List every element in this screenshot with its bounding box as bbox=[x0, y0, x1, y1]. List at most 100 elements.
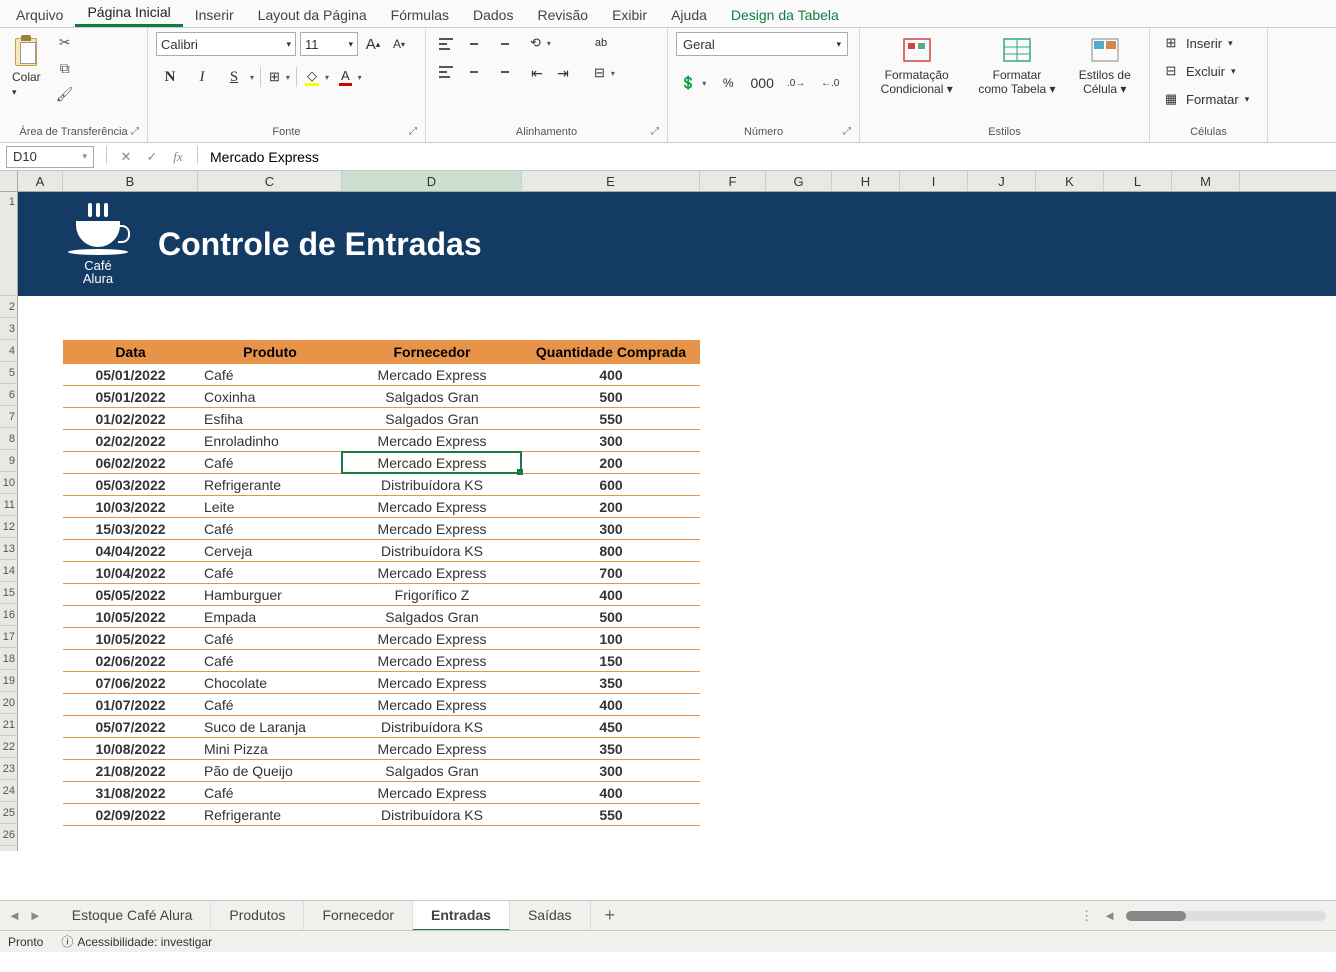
table-row[interactable]: 06/02/2022CaféMercado Express200 bbox=[63, 452, 700, 474]
merge-button[interactable]: ⊟▾ bbox=[590, 62, 617, 84]
row-headers[interactable]: 1234567891011121314151617181920212223242… bbox=[0, 192, 18, 851]
column-header-F[interactable]: F bbox=[700, 171, 766, 191]
table-cell[interactable]: 02/02/2022 bbox=[63, 430, 198, 451]
table-cell[interactable]: 10/05/2022 bbox=[63, 628, 198, 649]
table-cell[interactable]: 400 bbox=[522, 584, 700, 605]
percent-button[interactable]: % bbox=[714, 72, 742, 94]
row-header[interactable]: 1 bbox=[0, 192, 18, 296]
table-cell[interactable]: 500 bbox=[522, 386, 700, 407]
row-header[interactable]: 25 bbox=[0, 802, 18, 824]
table-cell[interactable]: 300 bbox=[522, 430, 700, 451]
copy-icon[interactable]: ⧉ bbox=[55, 58, 75, 78]
menu-tab-fórmulas[interactable]: Fórmulas bbox=[379, 3, 461, 27]
table-cell[interactable]: 200 bbox=[522, 496, 700, 517]
orientation-button[interactable]: ⟲▾ bbox=[526, 32, 574, 54]
table-cell[interactable]: Coxinha bbox=[198, 386, 342, 407]
table-cell[interactable]: Empada bbox=[198, 606, 342, 627]
table-row[interactable]: 31/08/2022CaféMercado Express400 bbox=[63, 782, 700, 804]
table-row[interactable]: 04/04/2022CervejaDistribuídora KS800 bbox=[63, 540, 700, 562]
clipboard-launcher-icon[interactable]: ⤢ bbox=[131, 126, 139, 137]
row-header[interactable]: 4 bbox=[0, 340, 18, 362]
table-cell[interactable]: Distribuídora KS bbox=[342, 474, 522, 495]
column-header-J[interactable]: J bbox=[968, 171, 1036, 191]
table-cell[interactable]: Salgados Gran bbox=[342, 760, 522, 781]
table-cell[interactable]: 01/02/2022 bbox=[63, 408, 198, 429]
table-cell[interactable]: Mercado Express bbox=[342, 430, 522, 451]
table-cell[interactable]: Refrigerante bbox=[198, 804, 342, 825]
row-header[interactable]: 2 bbox=[0, 296, 18, 318]
table-cell[interactable]: Salgados Gran bbox=[342, 606, 522, 627]
enter-formula-icon[interactable]: ✓ bbox=[141, 146, 163, 168]
table-row[interactable]: 05/05/2022HamburguerFrigorífico Z400 bbox=[63, 584, 700, 606]
row-header[interactable]: 6 bbox=[0, 384, 18, 406]
sheet-tab-estoque-café-alura[interactable]: Estoque Café Alura bbox=[54, 901, 212, 931]
row-header[interactable]: 18 bbox=[0, 648, 18, 670]
table-cell[interactable]: Mercado Express bbox=[342, 738, 522, 759]
decrease-font-icon[interactable]: A▾ bbox=[388, 33, 410, 55]
column-header-A[interactable]: A bbox=[18, 171, 63, 191]
font-launcher-icon[interactable]: ⤢ bbox=[409, 126, 417, 137]
number-launcher-icon[interactable]: ⤢ bbox=[843, 126, 851, 137]
table-cell[interactable]: 100 bbox=[522, 628, 700, 649]
table-cell[interactable]: Frigorífico Z bbox=[342, 584, 522, 605]
table-row[interactable]: 07/06/2022ChocolateMercado Express350 bbox=[63, 672, 700, 694]
table-cell[interactable]: 550 bbox=[522, 408, 700, 429]
table-cell[interactable]: Café bbox=[198, 628, 342, 649]
table-header-cell[interactable]: Fornecedor bbox=[342, 340, 522, 363]
cell-styles-button[interactable]: Estilos de Célula ▾ bbox=[1069, 32, 1141, 98]
column-header-C[interactable]: C bbox=[198, 171, 342, 191]
menu-tab-revisão[interactable]: Revisão bbox=[525, 3, 600, 27]
table-cell[interactable]: Café bbox=[198, 650, 342, 671]
comma-button[interactable]: 000 bbox=[748, 72, 776, 94]
decrease-decimal-icon[interactable]: ←.0 bbox=[816, 72, 844, 94]
row-header[interactable]: 27 bbox=[0, 846, 18, 851]
align-top-icon[interactable] bbox=[434, 32, 458, 56]
row-header[interactable]: 7 bbox=[0, 406, 18, 428]
table-cell[interactable]: Distribuídora KS bbox=[342, 540, 522, 561]
align-bottom-icon[interactable] bbox=[490, 32, 514, 56]
table-cell[interactable]: Café bbox=[198, 452, 342, 473]
table-cell[interactable]: 15/03/2022 bbox=[63, 518, 198, 539]
table-cell[interactable]: Distribuídora KS bbox=[342, 716, 522, 737]
table-cell[interactable]: 700 bbox=[522, 562, 700, 583]
table-cell[interactable]: Café bbox=[198, 518, 342, 539]
table-cell[interactable]: 350 bbox=[522, 738, 700, 759]
table-cell[interactable]: Mercado Express bbox=[342, 364, 522, 385]
column-header-I[interactable]: I bbox=[900, 171, 968, 191]
conditional-formatting-button[interactable]: Formatação Condicional ▾ bbox=[868, 32, 965, 98]
table-cell[interactable]: 01/07/2022 bbox=[63, 694, 198, 715]
sheet-tab-fornecedor[interactable]: Fornecedor bbox=[304, 901, 413, 931]
table-cell[interactable]: Salgados Gran bbox=[342, 386, 522, 407]
increase-decimal-icon[interactable]: .0→ bbox=[782, 72, 810, 94]
table-cell[interactable]: Mercado Express bbox=[342, 782, 522, 803]
table-cell[interactable]: 550 bbox=[522, 804, 700, 825]
select-all-corner[interactable] bbox=[0, 171, 18, 191]
table-cell[interactable]: Mercado Express bbox=[342, 518, 522, 539]
cut-icon[interactable]: ✂ bbox=[55, 32, 75, 52]
table-cell[interactable]: Mercado Express bbox=[342, 694, 522, 715]
table-cell[interactable]: 150 bbox=[522, 650, 700, 671]
increase-font-icon[interactable]: A▴ bbox=[362, 33, 384, 55]
column-headers[interactable]: ABCDEFGHIJKLM bbox=[0, 171, 1336, 192]
sheet-tab-entradas[interactable]: Entradas bbox=[413, 901, 510, 931]
row-header[interactable]: 3 bbox=[0, 318, 18, 340]
row-header[interactable]: 14 bbox=[0, 560, 18, 582]
table-row[interactable]: 02/06/2022CaféMercado Express150 bbox=[63, 650, 700, 672]
wrap-text-button[interactable]: ab bbox=[590, 32, 612, 54]
table-row[interactable]: 10/03/2022LeiteMercado Express200 bbox=[63, 496, 700, 518]
row-header[interactable]: 11 bbox=[0, 494, 18, 516]
decrease-indent-icon[interactable]: ⇤ bbox=[526, 62, 548, 84]
prev-sheet-icon[interactable]: ◄ bbox=[8, 908, 21, 923]
table-cell[interactable]: 300 bbox=[522, 518, 700, 539]
border-button[interactable]: ⊞▾ bbox=[265, 66, 292, 88]
table-cell[interactable]: Mercado Express bbox=[342, 650, 522, 671]
table-cell[interactable]: 200 bbox=[522, 452, 700, 473]
table-cell[interactable]: 10/05/2022 bbox=[63, 606, 198, 627]
formula-input[interactable] bbox=[202, 146, 1336, 168]
table-cell[interactable]: 400 bbox=[522, 364, 700, 385]
table-header-cell[interactable]: Quantidade Comprada bbox=[522, 340, 700, 363]
row-header[interactable]: 5 bbox=[0, 362, 18, 384]
table-row[interactable]: 02/02/2022EnroladinhoMercado Express300 bbox=[63, 430, 700, 452]
name-box[interactable]: D10▾ bbox=[6, 146, 94, 168]
format-cells-button[interactable]: ▦Formatar▾ bbox=[1158, 88, 1253, 110]
